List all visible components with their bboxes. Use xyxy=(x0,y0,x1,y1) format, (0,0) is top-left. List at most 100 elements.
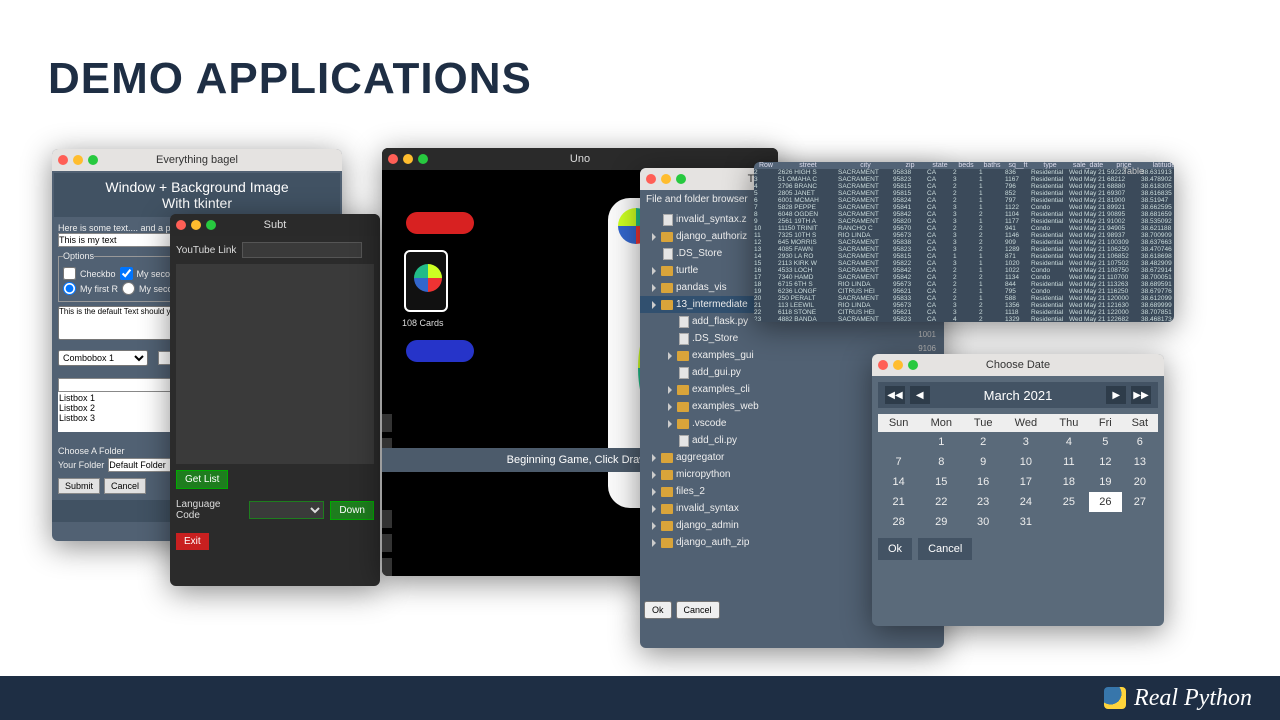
folder-icon xyxy=(661,504,673,514)
table-row[interactable]: 42796 BRANCSACRAMENT95815CA21796Resident… xyxy=(754,183,1174,190)
next-month-button[interactable]: ▶ xyxy=(1106,386,1126,404)
calendar-day[interactable]: 13 xyxy=(1122,452,1158,472)
calendar-day[interactable]: 2 xyxy=(963,432,1003,452)
exit-button[interactable]: Exit xyxy=(176,533,209,550)
calendar-day[interactable]: 28 xyxy=(878,512,919,532)
table-label: Table xyxy=(1122,166,1144,176)
calendar-day[interactable]: 25 xyxy=(1049,492,1089,512)
youtube-link-label: YouTube Link xyxy=(176,245,236,256)
radio-1[interactable] xyxy=(63,282,76,295)
table-row[interactable]: 12645 MORRISSACRAMENT95838CA32909Residen… xyxy=(754,239,1174,246)
file-icon xyxy=(663,214,673,226)
calendar-day[interactable]: 8 xyxy=(919,452,963,472)
table-row[interactable]: 92561 19TH ASACRAMENT95820CA311177Reside… xyxy=(754,218,1174,225)
cancel-button[interactable]: Cancel xyxy=(676,601,720,619)
table-row[interactable]: 234882 BANDASACRAMENT95823CA421329Reside… xyxy=(754,316,1174,322)
traffic-lights xyxy=(388,154,428,164)
youtube-link-input[interactable] xyxy=(242,242,362,258)
table-row[interactable]: 20250 PERALTSACRAMENT95833CA21588Residen… xyxy=(754,295,1174,302)
color-wheel-icon xyxy=(414,264,442,292)
calendar-day[interactable]: 3 xyxy=(1003,432,1049,452)
prev-year-button[interactable]: ◀◀ xyxy=(885,386,905,404)
calendar-day[interactable]: 14 xyxy=(878,472,919,492)
calendar-day[interactable]: 5 xyxy=(1089,432,1122,452)
folder-icon xyxy=(677,351,689,361)
calendar-day[interactable]: 6 xyxy=(1122,432,1158,452)
file-icon xyxy=(679,367,689,379)
player-pill-blue xyxy=(406,340,474,362)
next-year-button[interactable]: ▶▶ xyxy=(1131,386,1151,404)
month-label: March 2021 xyxy=(984,388,1053,403)
table-row[interactable]: 22626 HIGH SSACRAMENT95838CA21836Residen… xyxy=(754,169,1174,176)
folder-icon xyxy=(661,283,673,293)
table-row[interactable]: 21113 LEEWILRIO LINDA95673CA321356Reside… xyxy=(754,302,1174,309)
table-row[interactable]: 186715 6TH SRIO LINDA95673CA21844Residen… xyxy=(754,281,1174,288)
table-row[interactable]: 52805 JANETSACRAMENT95815CA21852Resident… xyxy=(754,190,1174,197)
calendar-day[interactable]: 12 xyxy=(1089,452,1122,472)
calendar-day[interactable]: 11 xyxy=(1049,452,1089,472)
tree-item[interactable]: .DS_Store xyxy=(640,330,944,347)
ok-button[interactable]: Ok xyxy=(644,601,672,619)
calendar-day[interactable]: 30 xyxy=(963,512,1003,532)
calendar-day[interactable]: 1 xyxy=(919,432,963,452)
cancel-button[interactable]: Cancel xyxy=(918,538,972,560)
cancel-button[interactable]: Cancel xyxy=(104,478,146,494)
prev-month-button[interactable]: ◀ xyxy=(910,386,930,404)
calendar-day[interactable]: 31 xyxy=(1003,512,1049,532)
calendar-day[interactable]: 24 xyxy=(1003,492,1049,512)
table-row[interactable]: 164533 LOCHSACRAMENT95842CA211022CondoWe… xyxy=(754,267,1174,274)
table-row[interactable]: 66001 MCMAHSACRAMENT95824CA21797Resident… xyxy=(754,197,1174,204)
language-select[interactable] xyxy=(249,501,324,519)
side-tab-3 xyxy=(382,510,392,528)
table-row[interactable]: 142930 LA ROSACRAMENT95815CA11871Residen… xyxy=(754,253,1174,260)
get-list-button[interactable]: Get List xyxy=(176,470,228,489)
banner-line1: Window + Background Image xyxy=(60,179,334,195)
table-row[interactable]: 134085 FAWNSACRAMENT95823CA321289Residen… xyxy=(754,246,1174,253)
table-row[interactable]: 75828 PEPPESACRAMENT95841CA311122CondoWe… xyxy=(754,204,1174,211)
table-row[interactable]: 1011150 TRINITRANCHO C95670CA22941CondoW… xyxy=(754,225,1174,232)
side-tab-4 xyxy=(382,534,392,552)
calendar-day[interactable]: 29 xyxy=(919,512,963,532)
checkbox-1[interactable] xyxy=(63,267,76,280)
submit-button[interactable]: Submit xyxy=(58,478,100,494)
uno-card[interactable] xyxy=(404,250,448,312)
combobox[interactable]: Combobox 1 xyxy=(58,350,148,366)
calendar-day[interactable]: 17 xyxy=(1003,472,1049,492)
table-row[interactable]: 86048 OGDENSACRAMENT95842CA321104Residen… xyxy=(754,211,1174,218)
folder-icon xyxy=(677,419,689,429)
table-row[interactable]: 351 OMAHA CSACRAMENT95823CA311167Residen… xyxy=(754,176,1174,183)
calendar-day[interactable]: 9 xyxy=(963,452,1003,472)
radio-2[interactable] xyxy=(122,282,135,295)
calendar-day[interactable]: 16 xyxy=(963,472,1003,492)
calendar-day[interactable]: 21 xyxy=(878,492,919,512)
table-row[interactable]: 196236 LONGFCITRUS HEI95621CA21795CondoW… xyxy=(754,288,1174,295)
table-row[interactable]: 152113 KIRK WSACRAMENT95822CA311020Resid… xyxy=(754,260,1174,267)
checkbox-2[interactable] xyxy=(120,267,133,280)
checkbox-1-label: Checkbo xyxy=(80,269,116,279)
table-row[interactable]: 177340 HAMDSACRAMENT95842CA221134CondoWe… xyxy=(754,274,1174,281)
calendar-day[interactable]: 22 xyxy=(919,492,963,512)
folder-icon xyxy=(661,470,673,480)
calendar-day[interactable]: 10 xyxy=(1003,452,1049,472)
calendar-day[interactable]: 19 xyxy=(1089,472,1122,492)
python-logo-icon xyxy=(1104,687,1126,709)
calendar-day[interactable]: 18 xyxy=(1049,472,1089,492)
folder-icon xyxy=(661,487,673,497)
calendar-day[interactable]: 27 xyxy=(1122,492,1158,512)
calendar-day[interactable]: 23 xyxy=(963,492,1003,512)
table-body[interactable]: 22626 HIGH SSACRAMENT95838CA21836Residen… xyxy=(754,169,1174,322)
ok-button[interactable]: Ok xyxy=(878,538,912,560)
calendar-day[interactable]: 20 xyxy=(1122,472,1158,492)
folder-icon xyxy=(661,538,673,548)
table-row[interactable]: 226118 STONECITRUS HEI95621CA321118Resid… xyxy=(754,309,1174,316)
language-code-label: Language Code xyxy=(176,499,243,521)
calendar-day[interactable]: 7 xyxy=(878,452,919,472)
download-button[interactable]: Down xyxy=(330,501,374,520)
calendar-day[interactable]: 15 xyxy=(919,472,963,492)
calendar-day[interactable]: 26 xyxy=(1089,492,1122,512)
calendar-day[interactable]: 4 xyxy=(1049,432,1089,452)
traffic-lights xyxy=(646,174,686,184)
table-row[interactable]: 117325 10TH SRIO LINDA95673CA321146Resid… xyxy=(754,232,1174,239)
window-youtube-subtitle: Subt YouTube Link Get List Language Code… xyxy=(170,214,380,586)
calendar-grid: SunMonTueWedThuFriSat 123456789101112131… xyxy=(878,414,1158,532)
